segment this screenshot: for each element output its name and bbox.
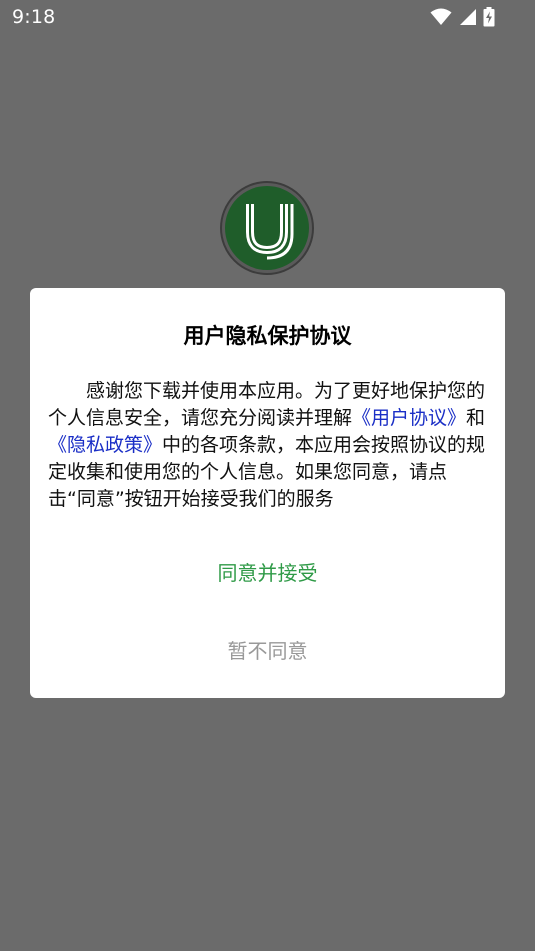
app-logo xyxy=(219,180,315,276)
u-logo-icon xyxy=(220,181,314,275)
battery-charging-icon xyxy=(483,7,495,27)
privacy-dialog: 用户隐私保护协议 感谢您下载并使用本应用。为了更好地保护您的个人信息安全，请您充… xyxy=(30,288,505,698)
wifi-icon xyxy=(430,8,452,25)
dialog-title: 用户隐私保护协议 xyxy=(183,324,352,348)
signal-icon xyxy=(460,9,476,25)
status-icons xyxy=(430,7,495,27)
privacy-policy-link[interactable]: 《隐私政策》 xyxy=(48,434,162,456)
agree-button[interactable]: 同意并接受 xyxy=(30,556,505,586)
body-conjunction: 和 xyxy=(466,407,486,429)
status-time: 9:18 xyxy=(12,6,56,28)
user-agreement-link[interactable]: 《用户协议》 xyxy=(352,407,466,429)
dialog-body: 感谢您下载并使用本应用。为了更好地保护您的个人信息安全，请您充分阅读并理解《用户… xyxy=(48,378,488,513)
decline-button[interactable]: 暂不同意 xyxy=(30,634,505,664)
status-bar: 9:18 xyxy=(0,0,535,36)
